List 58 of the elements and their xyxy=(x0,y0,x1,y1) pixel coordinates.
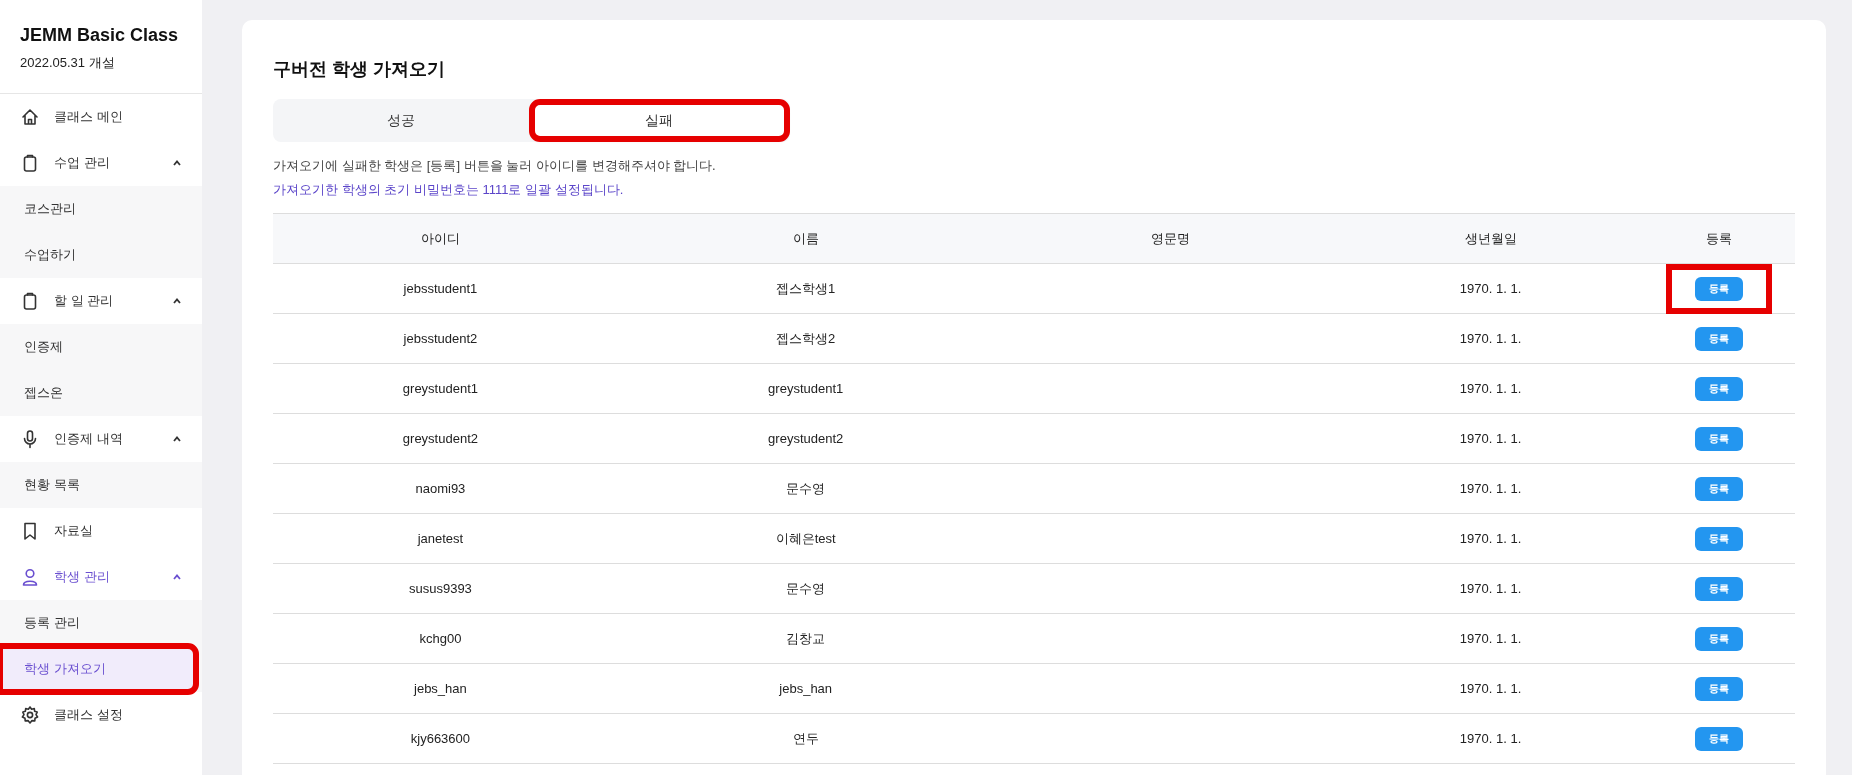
table-cell: 1970. 1. 1. xyxy=(1459,431,1522,446)
table-cell: naomi93 xyxy=(415,481,466,496)
table-cell: 1970. 1. 1. xyxy=(1459,281,1522,296)
sidebar-item[interactable]: 수업 관리 xyxy=(0,139,202,186)
sidebar-item[interactable]: 클래스 메인 xyxy=(0,93,202,140)
table-cell: 문수영 xyxy=(786,581,826,596)
table-cell: jebsstudent2 xyxy=(403,331,478,346)
table-cell: janetest xyxy=(417,531,464,546)
sidebar-subitem[interactable]: 등록 관리 xyxy=(0,599,196,646)
sidebar-item[interactable]: 자료실 xyxy=(0,507,202,554)
sidebar-item[interactable]: 클래스 설정 xyxy=(0,691,202,738)
column-header: 아이디 xyxy=(273,213,608,264)
table-cell: 1970. 1. 1. xyxy=(1459,381,1522,396)
table-cell: kchg00 xyxy=(419,631,462,646)
sidebar-subitem[interactable]: 젭스온 xyxy=(0,369,196,416)
table-cell: 1970. 1. 1. xyxy=(1459,731,1522,746)
table-cell: greystudent1 xyxy=(768,381,844,396)
class-title: JEMM Basic Class xyxy=(20,24,180,47)
home-icon xyxy=(20,106,40,127)
table-cell: 젭스학생2 xyxy=(776,331,836,346)
table-cell: 1970. 1. 1. xyxy=(1459,631,1522,646)
column-header: 등록 xyxy=(1642,213,1795,264)
table-cell: 1970. 1. 1. xyxy=(1459,531,1522,546)
sidebar-subitem[interactable]: 학생 가져오기 xyxy=(0,645,196,692)
page-title: 구버전 학생 가져오기 xyxy=(273,58,446,81)
sidebar-subitem[interactable]: 수업하기 xyxy=(0,231,196,278)
table-cell: greystudent2 xyxy=(402,431,478,446)
sidebar-item[interactable]: 인증제 내역 xyxy=(0,415,202,462)
column-header: 생년월일 xyxy=(1338,213,1643,264)
sidebar-subitem[interactable]: 코스관리 xyxy=(0,185,196,232)
table-cell: 1970. 1. 1. xyxy=(1459,581,1522,596)
table-cell: 젭스학생1 xyxy=(776,281,836,296)
tab[interactable]: 성공 xyxy=(273,99,529,142)
sidebar-subitem[interactable]: 인증제 xyxy=(0,323,196,370)
table-cell: 1970. 1. 1. xyxy=(1459,481,1522,496)
table-cell: 이혜은test xyxy=(775,531,836,546)
tab[interactable]: 실패 xyxy=(531,102,787,139)
table-cell: 문수영 xyxy=(786,481,826,496)
open-date: 2022.05.31 개설 xyxy=(20,54,116,72)
table-cell: 1970. 1. 1. xyxy=(1459,681,1522,696)
table-cell: greystudent2 xyxy=(768,431,844,446)
table-cell: jebs_han xyxy=(414,681,467,696)
sidebar-item[interactable]: 학생 관리 xyxy=(0,553,202,600)
table-cell: 김창교 xyxy=(786,631,826,646)
table-cell: jebsstudent1 xyxy=(403,281,478,296)
notice-text: 가져오기에 실패한 학생은 [등록] 버튼을 눌러 아이디를 변경해주셔야 합니다. xyxy=(273,157,717,175)
column-header: 이름 xyxy=(607,213,1004,264)
table-cell: kjy663600 xyxy=(410,731,471,746)
table-cell: susus9393 xyxy=(408,581,472,596)
sidebar-item[interactable]: 할 일 관리 xyxy=(0,277,202,324)
table-cell: jebs_han xyxy=(779,681,833,696)
person-icon xyxy=(20,566,40,587)
table-cell: 1970. 1. 1. xyxy=(1459,331,1522,346)
gear-icon xyxy=(20,704,40,725)
password-notice: 가져오기한 학생의 초기 비밀번호는 1111로 일괄 설정됩니다. xyxy=(273,180,625,199)
table-cell: greystudent1 xyxy=(402,381,478,396)
column-header: 영문명 xyxy=(1003,213,1339,264)
table-cell: 연두 xyxy=(792,731,819,746)
